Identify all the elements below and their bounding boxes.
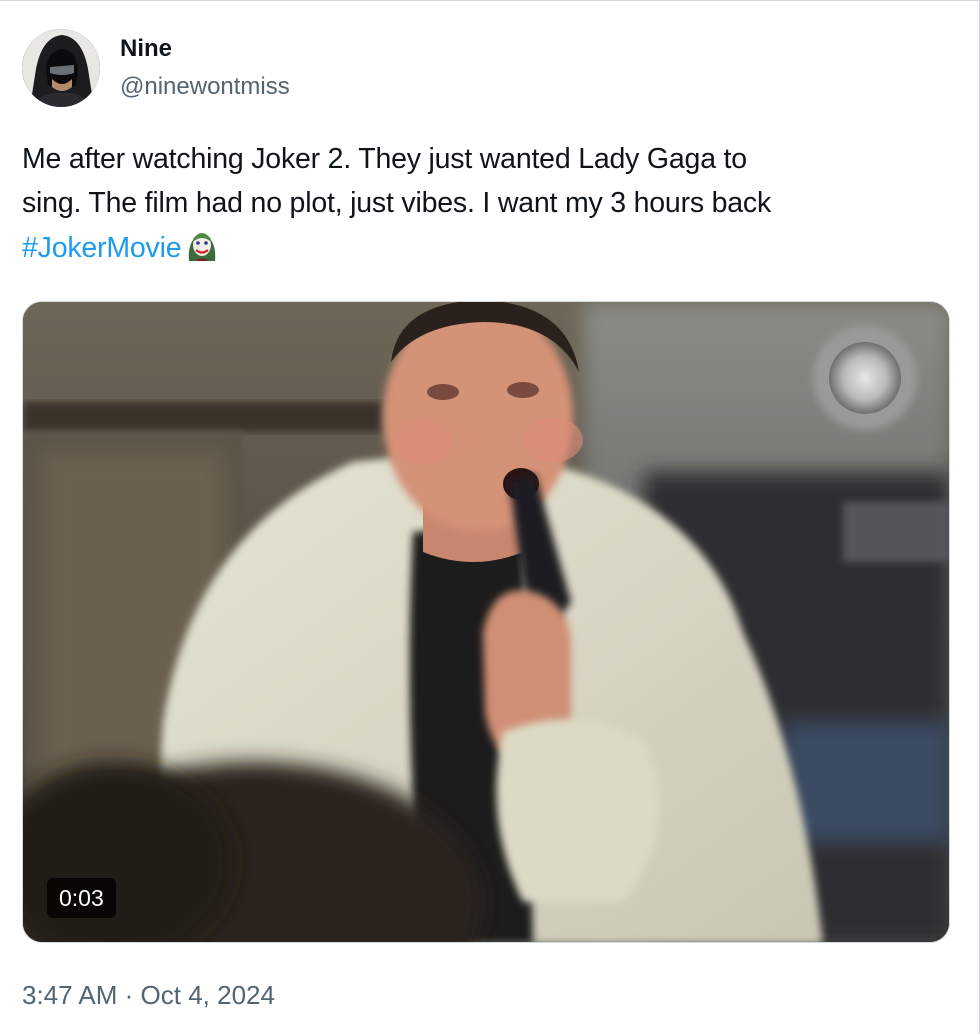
tweet-text-line-3: #JokerMovie <box>22 225 962 270</box>
video-frame <box>23 302 949 942</box>
author-display-name[interactable]: Nine <box>120 33 290 65</box>
hashtag-link[interactable]: #JokerMovie <box>22 232 182 264</box>
tweet-text-line-1: Me after watching Joker 2. They just wan… <box>22 143 747 175</box>
hooded-figure-avatar-icon <box>22 29 100 107</box>
tweet-timestamp[interactable]: 3:47 AM · Oct 4, 2024 <box>22 978 275 1012</box>
author-names: Nine @ninewontmiss <box>120 33 290 103</box>
tweet-date: Oct 4, 2024 <box>140 980 275 1010</box>
tweet-text: Me after watching Joker 2. They just wan… <box>22 137 962 270</box>
video-duration-badge: 0:03 <box>47 878 116 918</box>
tweet-time: 3:47 AM <box>22 980 118 1010</box>
joker-face-emoji-icon <box>183 225 221 263</box>
video-player[interactable]: 0:03 <box>22 301 950 943</box>
tweet-text-line-2: sing. The film had no plot, just vibes. … <box>22 187 772 219</box>
tweet-card: Nine @ninewontmiss Me after watching Jok… <box>0 0 980 1034</box>
meta-separator: · <box>124 980 134 1010</box>
tweet-header: Nine @ninewontmiss <box>22 29 290 107</box>
avatar[interactable] <box>22 29 100 107</box>
author-handle[interactable]: @ninewontmiss <box>120 71 290 103</box>
